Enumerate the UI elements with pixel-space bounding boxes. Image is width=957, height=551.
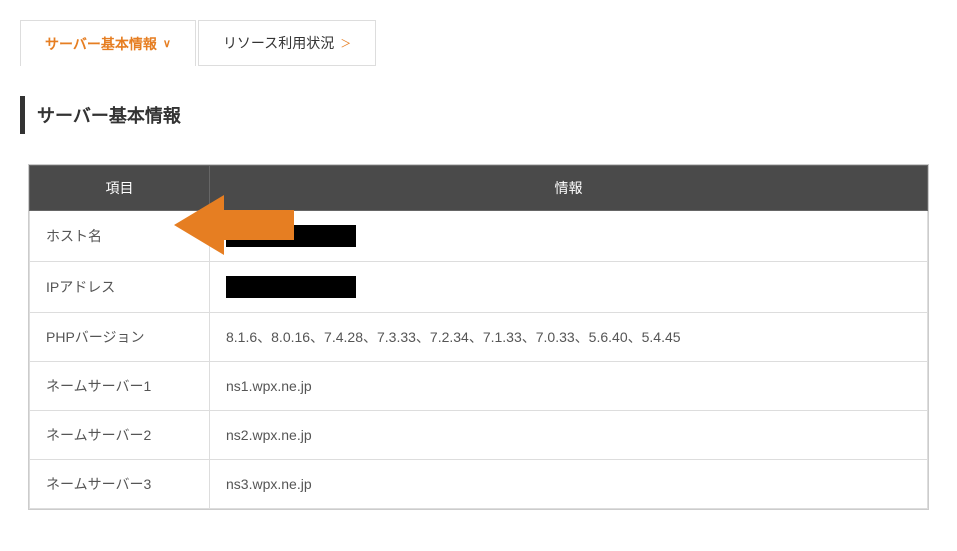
table-row: PHPバージョン8.1.6、8.0.16、7.4.28、7.3.33、7.2.3… <box>30 313 928 362</box>
chevron-right-icon: ＞ <box>340 35 351 51</box>
server-info-table: 項目 情報 ホスト名IPアドレスPHPバージョン8.1.6、8.0.16、7.4… <box>28 164 929 510</box>
row-label: ネームサーバー1 <box>30 362 210 411</box>
row-label: PHPバージョン <box>30 313 210 362</box>
table-row: ホスト名 <box>30 211 928 262</box>
row-label: ネームサーバー2 <box>30 411 210 460</box>
row-label: ネームサーバー3 <box>30 460 210 509</box>
table-row: ネームサーバー1ns1.wpx.ne.jp <box>30 362 928 411</box>
tab-label: サーバー基本情報 <box>45 34 157 54</box>
table-row: ネームサーバー2ns2.wpx.ne.jp <box>30 411 928 460</box>
tab-resource-usage[interactable]: リソース利用状況 ＞ <box>198 20 376 66</box>
col-header-info: 情報 <box>210 166 928 211</box>
tab-bar: サーバー基本情報 ∨ リソース利用状況 ＞ <box>20 20 937 66</box>
table-row: ネームサーバー3ns3.wpx.ne.jp <box>30 460 928 509</box>
row-value: ns3.wpx.ne.jp <box>210 460 928 509</box>
section-title: サーバー基本情報 <box>20 96 937 134</box>
row-value: ns2.wpx.ne.jp <box>210 411 928 460</box>
row-label: ホスト名 <box>30 211 210 262</box>
tab-server-basic-info[interactable]: サーバー基本情報 ∨ <box>20 20 196 66</box>
row-label: IPアドレス <box>30 262 210 313</box>
col-header-item: 項目 <box>30 166 210 211</box>
chevron-down-icon: ∨ <box>163 37 171 50</box>
row-value: ns1.wpx.ne.jp <box>210 362 928 411</box>
redacted-value <box>226 225 356 247</box>
tab-label: リソース利用状況 <box>223 33 334 53</box>
redacted-value <box>226 276 356 298</box>
table-row: IPアドレス <box>30 262 928 313</box>
row-value <box>210 262 928 313</box>
row-value: 8.1.6、8.0.16、7.4.28、7.3.33、7.2.34、7.1.33… <box>210 313 928 362</box>
row-value <box>210 211 928 262</box>
